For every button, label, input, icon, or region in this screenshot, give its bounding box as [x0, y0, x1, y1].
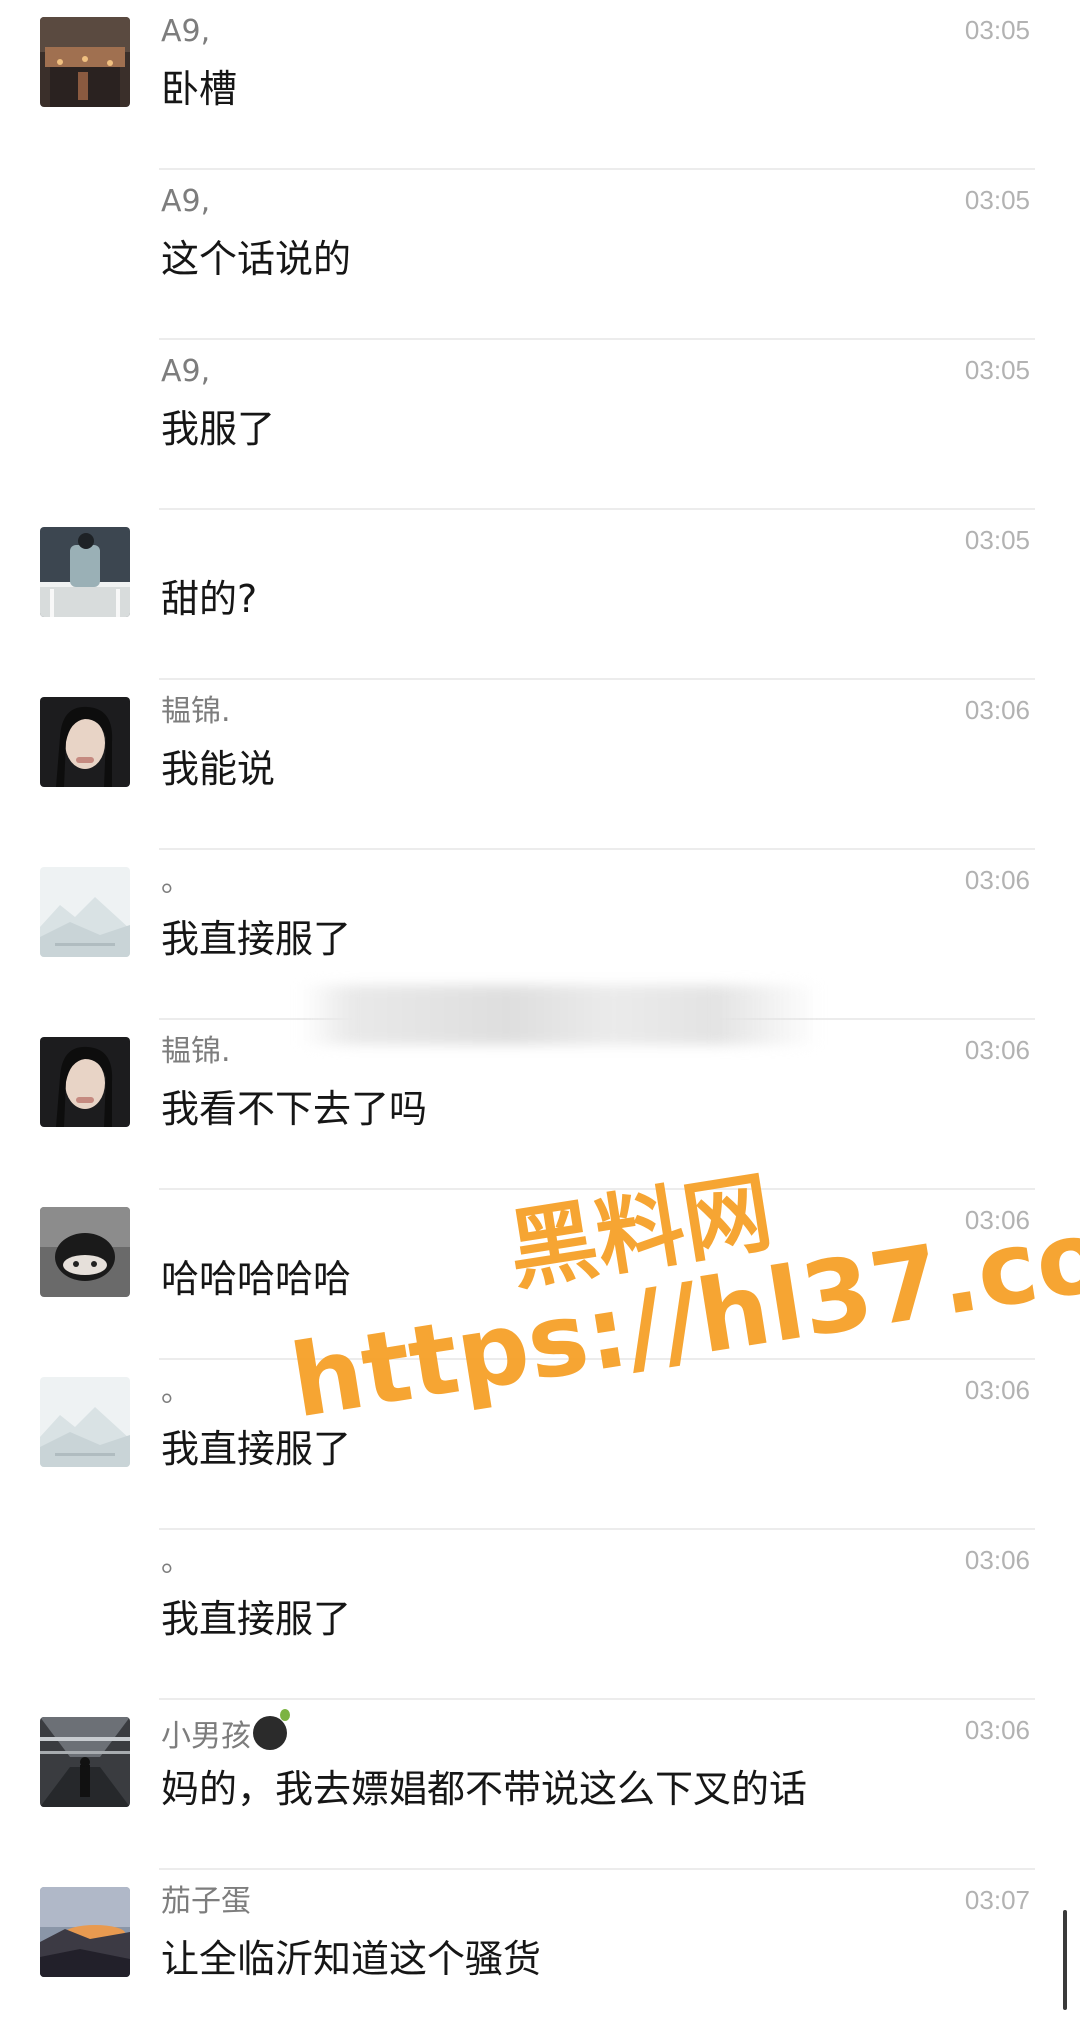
message-text[interactable]: 我直接服了: [161, 1424, 351, 1474]
avatar[interactable]: [40, 1037, 130, 1127]
avatar[interactable]: [40, 1377, 130, 1467]
message-text[interactable]: 让全临沂知道这个骚货: [161, 1934, 541, 1984]
message-time: 03:05: [964, 185, 1030, 215]
bomb-icon: [253, 1709, 290, 1750]
message-text[interactable]: 这个话说的: [161, 234, 351, 284]
redacted-blur: [300, 985, 820, 1045]
sender-name: A9,: [161, 354, 211, 389]
message-text[interactable]: 甜的?: [161, 574, 257, 624]
message-row[interactable]: 哈哈哈哈哈 03:06: [0, 1190, 1080, 1360]
avatar[interactable]: [40, 1207, 130, 1297]
message-row[interactable]: 韫锦. 我能说 03:06: [0, 680, 1080, 850]
message-row[interactable]: 甜的? 03:05: [0, 510, 1080, 680]
message-row[interactable]: 。 我直接服了 03:06: [0, 1530, 1080, 1700]
message-text[interactable]: 卧槽: [161, 64, 237, 114]
avatar[interactable]: [40, 17, 130, 107]
message-time: 03:07: [964, 1885, 1030, 1915]
message-text[interactable]: 妈的，我去嫖娼都不带说这么下叉的话: [161, 1764, 807, 1814]
message-text[interactable]: 我看不下去了吗: [161, 1084, 427, 1134]
sender-name: 茄子蛋: [161, 1884, 251, 1919]
sender-name: 。: [161, 864, 191, 899]
message-row[interactable]: A9, 这个话说的 03:05: [0, 170, 1080, 340]
sender-name: 韫锦.: [161, 1034, 231, 1069]
sender-name: A9,: [161, 14, 211, 49]
scrollbar[interactable]: [1063, 1910, 1067, 2010]
message-time: 03:06: [964, 1035, 1030, 1065]
message-time: 03:05: [964, 15, 1030, 45]
sender-name: A9,: [161, 184, 211, 219]
message-text[interactable]: 哈哈哈哈哈: [161, 1254, 351, 1304]
message-time: 03:06: [964, 1715, 1030, 1745]
sender-name: 。: [161, 1374, 191, 1409]
message-time: 03:06: [964, 1205, 1030, 1235]
message-time: 03:06: [964, 1545, 1030, 1575]
sender-name: 小男孩: [161, 1709, 290, 1757]
sender-name-text: 小男孩: [161, 1719, 251, 1754]
sender-name: 。: [161, 1544, 191, 1579]
message-row[interactable]: A9, 我服了 03:05: [0, 340, 1080, 510]
message-text[interactable]: 我直接服了: [161, 1594, 351, 1644]
message-text[interactable]: 我直接服了: [161, 914, 351, 964]
sender-name: 韫锦.: [161, 694, 231, 729]
message-time: 03:06: [964, 865, 1030, 895]
message-row[interactable]: 韫锦. 我看不下去了吗 03:06: [0, 1020, 1080, 1190]
message-row[interactable]: 茄子蛋 让全临沂知道这个骚货 03:07: [0, 1870, 1080, 2040]
avatar[interactable]: [40, 697, 130, 787]
message-time: 03:05: [964, 355, 1030, 385]
avatar[interactable]: [40, 527, 130, 617]
avatar[interactable]: [40, 867, 130, 957]
message-row[interactable]: 。 我直接服了 03:06: [0, 1360, 1080, 1530]
message-text[interactable]: 我服了: [161, 404, 275, 454]
message-text[interactable]: 我能说: [161, 744, 275, 794]
avatar[interactable]: [40, 1887, 130, 1977]
message-time: 03:06: [964, 695, 1030, 725]
message-row[interactable]: 小男孩 妈的，我去嫖娼都不带说这么下叉的话 03:06: [0, 1700, 1080, 1870]
message-row[interactable]: A9, 卧槽 03:05: [0, 0, 1080, 170]
message-time: 03:05: [964, 525, 1030, 555]
avatar[interactable]: [40, 1717, 130, 1807]
message-time: 03:06: [964, 1375, 1030, 1405]
